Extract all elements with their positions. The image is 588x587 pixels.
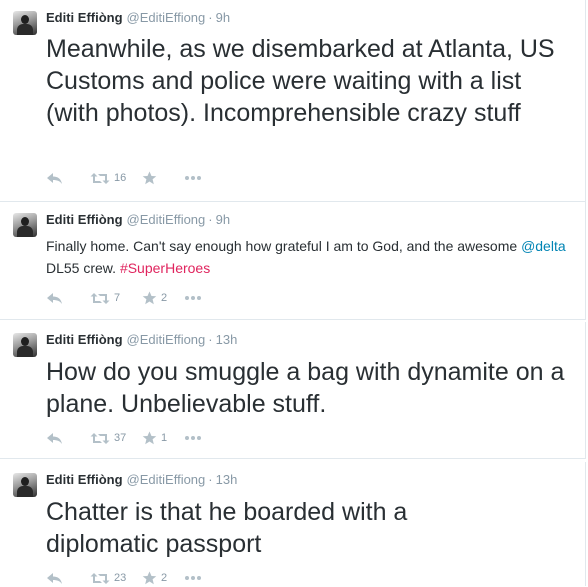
reply-button[interactable] xyxy=(46,172,90,185)
separator: · xyxy=(208,212,213,227)
retweet-icon xyxy=(90,292,110,304)
more-button[interactable] xyxy=(184,575,202,581)
timestamp[interactable]: 9h xyxy=(216,212,230,227)
retweet-button[interactable]: 7 xyxy=(90,292,142,305)
timestamp[interactable]: 13h xyxy=(216,332,238,347)
tweet-actions: 16 xyxy=(46,169,202,187)
favorite-button[interactable]: 1 xyxy=(142,431,184,445)
more-button[interactable] xyxy=(184,435,202,441)
mention-link[interactable]: @delta xyxy=(521,238,566,254)
retweet-count: 23 xyxy=(114,572,127,584)
favorite-button[interactable]: 2 xyxy=(142,291,184,305)
reply-icon xyxy=(47,432,62,444)
tweet-header: Editi Effiòng @EditiEffiong · 13h xyxy=(46,472,237,488)
author-name[interactable]: Editi Effiòng xyxy=(46,212,123,227)
retweet-count: 37 xyxy=(114,432,127,444)
reply-button[interactable] xyxy=(46,432,90,445)
reply-icon xyxy=(47,172,62,184)
tweet[interactable]: Editi Effiòng @EditiEffiong · 9h Finally ho… xyxy=(0,202,586,320)
tweet-text: Chatter is that he boarded with a diplom… xyxy=(46,498,408,558)
retweet-button[interactable]: 23 xyxy=(90,572,142,585)
tweet-actions: 23 2 xyxy=(46,569,202,587)
separator: · xyxy=(208,472,213,487)
star-icon xyxy=(142,291,157,305)
reply-button[interactable] xyxy=(46,292,90,305)
tweet-header: Editi Effiòng @EditiEffiong · 13h xyxy=(46,332,237,348)
retweet-count: 16 xyxy=(114,172,127,184)
tweet-text: Meanwhile, as we disembarked at Atlanta,… xyxy=(46,35,555,127)
retweet-count: 7 xyxy=(114,292,121,304)
avatar[interactable] xyxy=(13,473,37,497)
avatar[interactable] xyxy=(13,333,37,357)
star-icon xyxy=(142,431,157,445)
tweet-text: How do you smuggle a bag with dynamite o… xyxy=(46,358,565,418)
avatar[interactable] xyxy=(13,213,37,237)
favorite-count: 2 xyxy=(161,572,168,584)
retweet-icon xyxy=(90,432,110,444)
more-button[interactable] xyxy=(184,295,202,301)
retweet-button[interactable]: 16 xyxy=(90,172,142,185)
more-icon xyxy=(185,296,201,300)
favorite-button[interactable]: 2 xyxy=(142,571,184,585)
reply-button[interactable] xyxy=(46,572,90,585)
retweet-icon xyxy=(90,572,110,584)
author-handle[interactable]: @EditiEffiong xyxy=(127,332,206,347)
author-handle[interactable]: @EditiEffiong xyxy=(127,212,206,227)
tweet[interactable]: Editi Effiòng @EditiEffiong · 13h Chatter i… xyxy=(0,462,586,586)
avatar[interactable] xyxy=(13,11,37,35)
tweet-text: Finally home. Can't say enough how grate… xyxy=(46,235,571,279)
author-handle[interactable]: @EditiEffiong xyxy=(127,10,206,25)
author-name[interactable]: Editi Effiòng xyxy=(46,332,123,347)
author-name[interactable]: Editi Effiòng xyxy=(46,472,123,487)
reply-icon xyxy=(47,292,62,304)
favorite-count: 2 xyxy=(161,292,168,304)
reply-icon xyxy=(47,572,62,584)
separator: · xyxy=(208,10,213,25)
separator: · xyxy=(208,332,213,347)
tweet[interactable]: Editi Effiòng @EditiEffiong · 9h Meanwhile,… xyxy=(0,0,586,202)
tweet[interactable]: Editi Effiòng @EditiEffiong · 13h How do yo… xyxy=(0,322,586,459)
tweet-actions: 7 2 xyxy=(46,289,202,307)
timestamp[interactable]: 13h xyxy=(216,472,238,487)
tweet-header: Editi Effiòng @EditiEffiong · 9h xyxy=(46,10,230,26)
more-icon xyxy=(185,436,201,440)
tweet-header: Editi Effiòng @EditiEffiong · 9h xyxy=(46,212,230,228)
author-handle[interactable]: @EditiEffiong xyxy=(127,472,206,487)
retweet-icon xyxy=(90,172,110,184)
star-icon xyxy=(142,571,157,585)
more-button[interactable] xyxy=(184,175,202,181)
tweet-text-part: DL55 crew. xyxy=(46,260,120,276)
timestamp[interactable]: 9h xyxy=(216,10,230,25)
hashtag-link[interactable]: #SuperHeroes xyxy=(120,260,210,276)
favorite-count: 1 xyxy=(161,432,168,444)
more-icon xyxy=(185,576,201,580)
tweet-timeline: Editi Effiòng @EditiEffiong · 9h Meanwhile,… xyxy=(0,0,588,586)
star-icon xyxy=(142,171,157,185)
favorite-button[interactable] xyxy=(142,171,184,185)
tweet-actions: 37 1 xyxy=(46,429,202,447)
more-icon xyxy=(185,176,201,180)
author-name[interactable]: Editi Effiòng xyxy=(46,10,123,25)
retweet-button[interactable]: 37 xyxy=(90,432,142,445)
tweet-text-part: Finally home. Can't say enough how grate… xyxy=(46,238,522,254)
